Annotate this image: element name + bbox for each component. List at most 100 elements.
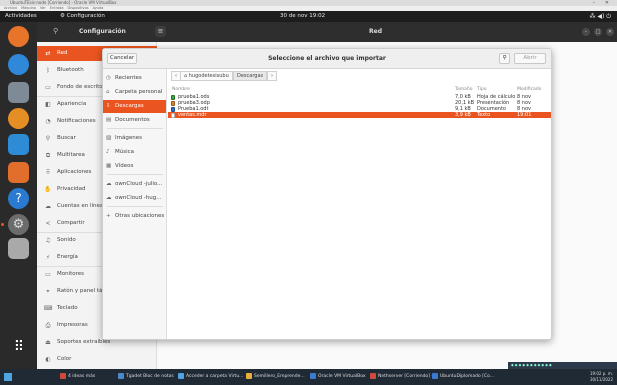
place-item-label: Música <box>115 149 135 155</box>
dock: ? ⚙ ⠿ <box>0 22 37 369</box>
mouse-icon: ⌖ <box>46 288 50 295</box>
music-folder-icon: ♪ <box>106 149 110 155</box>
place-item-label: Carpeta personal <box>115 89 163 95</box>
vbox-menu-item[interactable]: Archivo <box>4 6 17 10</box>
place-item[interactable]: ⌂ Carpeta personal <box>103 86 166 99</box>
places-sidebar: ◷ Recientes ⌂ Carpeta personal ⇩ Descargas ▤ Do… <box>103 69 167 339</box>
activities-button[interactable]: Actividades <box>5 11 37 22</box>
firefox-icon[interactable] <box>8 26 29 47</box>
sidebar-item-label: Red <box>57 50 68 56</box>
dialog-title: Seleccione el archivo que importar <box>268 55 386 62</box>
taskbar-item-label: 4 ideas más <box>68 374 96 379</box>
taskbar-item[interactable]: Tgadet Bloc de notas <box>118 369 174 385</box>
sidebar-item-label: Energía <box>57 254 78 260</box>
network-status-icon: ⁂ <box>589 13 596 20</box>
taskbar-item[interactable]: Oracle VM VirtualBox <box>310 369 366 385</box>
sidebar-item-label: Soportes extraíbles <box>57 339 111 345</box>
trash-icon[interactable] <box>8 238 29 259</box>
sidebar-item-label: Teclado <box>57 305 78 311</box>
writer-icon[interactable] <box>8 134 29 155</box>
share-icon: < <box>45 220 51 227</box>
vbox-menu-item[interactable]: Dispositivos <box>68 6 89 10</box>
places-separator <box>107 206 163 207</box>
path-crumb-home[interactable]: ⌂ hugodetesisubu <box>180 71 233 81</box>
show-applications-icon[interactable]: ⠿ <box>9 340 28 359</box>
settings-icon[interactable]: ⚙ <box>8 214 29 235</box>
close-icon[interactable]: ✕ <box>606 28 614 36</box>
place-item-label: Otras ubicaciones <box>115 213 165 219</box>
clock[interactable]: 30 de nov 19:02 <box>280 11 325 22</box>
files-icon[interactable] <box>8 82 29 103</box>
place-item-label: ownCloud -julio... <box>115 181 163 187</box>
place-item[interactable]: ▦ Vídeos <box>103 160 166 173</box>
modified-column-header[interactable]: Modificado <box>517 86 541 94</box>
help-icon[interactable]: ? <box>8 188 29 209</box>
top-bar: Actividades ⚙ Configuración 30 de nov 19… <box>0 11 617 22</box>
taskbar-item[interactable]: UbuntuDiplomado [Co... <box>432 369 494 385</box>
sidebar-item[interactable]: ◐ Color <box>37 352 157 367</box>
path-crumb-downloads[interactable]: Descargas <box>233 71 268 81</box>
open-button[interactable]: Abrir <box>514 53 546 64</box>
cancel-button[interactable]: Cancelar <box>107 53 137 64</box>
rhythmbox-icon[interactable] <box>8 108 29 129</box>
sidebar-item-label: Cuentas en línea <box>57 203 104 209</box>
taskbar-item[interactable]: Nethserver [Corriendo] -... <box>370 369 437 385</box>
appearance-icon: ◧ <box>45 101 51 108</box>
place-item-label: Recientes <box>115 75 142 81</box>
sidebar-item-label: Privacidad <box>57 186 86 192</box>
vbox-menu-item[interactable]: Ayuda <box>93 6 104 10</box>
home-folder-icon: ⌂ <box>106 89 110 95</box>
sidebar-item-label: Color <box>57 356 72 362</box>
name-column-header[interactable]: Nombre <box>172 86 190 94</box>
place-item-label: Documentos <box>115 117 150 123</box>
file-type: Texto <box>477 112 491 118</box>
place-item[interactable]: + Otras ubicaciones <box>103 210 166 223</box>
vbox-menu-item[interactable]: Entrada <box>50 6 64 10</box>
taskbar-app-icon <box>246 372 252 379</box>
taskbar-item[interactable]: 4 ideas más <box>60 369 95 385</box>
taskbar-item[interactable]: Semillero_Emprende... <box>246 369 305 385</box>
forward-arrow-icon[interactable]: › <box>267 71 277 81</box>
app-menu[interactable]: ⚙ Configuración <box>60 11 105 22</box>
notifications-icon: ◔ <box>45 118 51 125</box>
windows-start-icon[interactable] <box>4 373 12 381</box>
search-icon[interactable]: ⚲ <box>53 27 58 35</box>
printers-icon: ⎙ <box>45 322 51 329</box>
places-separator <box>107 128 163 129</box>
minimize-icon[interactable]: – <box>582 28 590 36</box>
place-item[interactable]: ♪ Música <box>103 146 166 159</box>
hamburger-menu-icon[interactable]: ≡ <box>155 26 166 37</box>
taskbar-item[interactable]: Acceder a carpeta Virtu... <box>178 369 243 385</box>
file-row[interactable]: ventas.mdr 3,9 kB Texto 19:01 <box>168 112 551 118</box>
recent-icon: ◷ <box>106 75 111 81</box>
place-item[interactable]: ▤ Documentos <box>103 114 166 127</box>
size-column-header[interactable]: Tamaño <box>455 86 473 94</box>
sidebar-item-label: Notificaciones <box>57 118 96 124</box>
removable-media-icon: ⏏ <box>45 339 51 346</box>
online-accounts-icon: ☁ <box>45 203 51 210</box>
type-column-header[interactable]: Tipo <box>477 86 486 94</box>
place-item[interactable]: ⇩ Descargas <box>103 100 166 113</box>
place-item[interactable]: ▨ Imágenes <box>103 132 166 145</box>
place-item[interactable]: ◷ Recientes <box>103 72 166 85</box>
file-modified: 19:01 <box>517 112 532 118</box>
system-tray[interactable]: ⁂ ◀) ⏻ <box>589 11 611 22</box>
place-item[interactable]: ☁ ownCloud -hug... <box>103 192 166 205</box>
vbox-menu-item[interactable]: Ver <box>40 6 46 10</box>
sidebar-item-label: Apariencia <box>57 101 87 107</box>
settings-title: Configuración <box>79 28 126 35</box>
place-item[interactable]: ☁ ownCloud -julio... <box>103 178 166 191</box>
vbox-menu-item[interactable]: Máquina <box>21 6 36 10</box>
other-locations-icon: + <box>106 213 111 219</box>
host-clock[interactable]: 19:02 p. m. 30/11/2022 <box>590 371 613 382</box>
applications-icon: ⠿ <box>45 169 51 176</box>
color-icon: ◐ <box>45 356 51 363</box>
dialog-header: Seleccione el archivo que importar Cance… <box>103 49 551 69</box>
maximize-icon[interactable]: □ <box>594 28 602 36</box>
volume-icon: ◀) <box>597 13 605 20</box>
file-size: 3,9 kB <box>455 112 471 118</box>
thunderbird-icon[interactable] <box>8 54 29 75</box>
search-button[interactable]: ⚲ <box>499 53 510 64</box>
software-center-icon[interactable] <box>8 162 29 183</box>
power-menu-icon: ⏻ <box>606 13 611 20</box>
